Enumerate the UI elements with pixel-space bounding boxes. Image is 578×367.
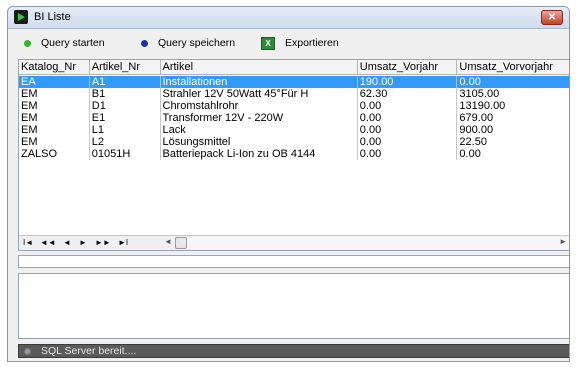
export-button[interactable]: X Exportieren [261, 35, 339, 51]
cell-umsatz-vorvorjahr[interactable]: 0.00 [457, 148, 569, 160]
blue-dot-icon [141, 39, 148, 47]
cell-artikel-nr[interactable]: L2 [90, 136, 161, 148]
cell-artikel[interactable]: Transformer 12V - 220W [161, 112, 358, 124]
horizontal-scrollbar[interactable] [175, 237, 569, 249]
table-row[interactable]: EM L1 Lack 0.00 900.00 [19, 124, 569, 136]
cell-umsatz-vorvorjahr[interactable]: 679.00 [457, 112, 569, 124]
cell-artikel[interactable]: Installationen [161, 76, 358, 88]
bi-liste-window: BI Liste ✕ Query starten Query speichern… [7, 6, 570, 362]
title-bar: BI Liste ✕ [8, 7, 569, 29]
status-indicator-icon [24, 348, 31, 355]
data-grid[interactable]: Katalog_Nr Artikel_Nr Artikel Umsatz_Vor… [18, 59, 569, 251]
query-start-button[interactable]: Query starten [24, 35, 105, 51]
scroll-right-arrow-icon[interactable]: ► [559, 237, 567, 246]
grid-body: EA A1 Installationen 190.00 0.00 EM B1 Strahler… [19, 76, 569, 160]
cell-katalog-nr[interactable]: EM [19, 88, 90, 100]
cell-umsatz-vorjahr[interactable]: 0.00 [358, 100, 458, 112]
export-label: Exportieren [285, 37, 339, 49]
cell-artikel[interactable]: Chromstahlrohr [161, 100, 358, 112]
cell-artikel-nr[interactable]: D1 [90, 100, 161, 112]
status-bar: SQL Server bereit.... [18, 344, 569, 358]
cell-artikel[interactable]: Strahler 12V 50Watt 45°Für H [161, 88, 358, 100]
toolbar: Query starten Query speichern X Exportie… [8, 32, 569, 54]
column-header-katalog-nr[interactable]: Katalog_Nr [19, 60, 90, 75]
table-row[interactable]: EM L2 Lösungsmittel 0.00 22.50 [19, 136, 569, 148]
cell-umsatz-vorvorjahr[interactable]: 22.50 [457, 136, 569, 148]
cell-umsatz-vorjahr[interactable]: 0.00 [358, 124, 458, 136]
app-icon [14, 10, 28, 24]
table-row[interactable]: ZALSO 01051H Batteriepack Li-Ion zu OB 414… [19, 148, 569, 160]
grid-header: Katalog_Nr Artikel_Nr Artikel Umsatz_Vor… [19, 60, 569, 75]
status-text: SQL Server bereit.... [41, 345, 137, 357]
query-save-label: Query speichern [158, 37, 236, 49]
query-save-button[interactable]: Query speichern [141, 35, 235, 51]
query-start-label: Query starten [41, 37, 105, 49]
table-row[interactable]: EA A1 Installationen 190.00 0.00 [19, 76, 569, 88]
next-record-button[interactable]: ► [79, 237, 87, 249]
scroll-left-arrow-icon[interactable]: ◄ [164, 237, 172, 246]
excel-icon: X [261, 36, 275, 50]
cell-katalog-nr[interactable]: EM [19, 124, 90, 136]
cell-umsatz-vorvorjahr[interactable]: 13190.00 [457, 100, 569, 112]
query-text-area[interactable] [18, 273, 569, 339]
cell-artikel-nr[interactable]: A1 [90, 76, 161, 88]
cell-umsatz-vorjahr[interactable]: 0.00 [358, 148, 458, 160]
prev-record-button[interactable]: ◄ [63, 237, 71, 249]
window-title: BI Liste [34, 11, 71, 23]
cell-katalog-nr[interactable]: EM [19, 112, 90, 124]
cell-katalog-nr[interactable]: EM [19, 100, 90, 112]
first-record-button[interactable]: I◄ [23, 237, 33, 249]
table-row[interactable]: EM D1 Chromstahlrohr 0.00 13190.00 [19, 100, 569, 112]
cell-artikel[interactable]: Lack [161, 124, 358, 136]
column-header-umsatz-vorvorjahr[interactable]: Umsatz_Vorvorjahr [457, 60, 569, 75]
cell-artikel-nr[interactable]: 01051H [90, 148, 161, 160]
cell-umsatz-vorjahr[interactable]: 0.00 [358, 136, 458, 148]
next-page-button[interactable]: ►► [95, 237, 111, 249]
table-row[interactable]: EM B1 Strahler 12V 50Watt 45°Für H 62.30 310… [19, 88, 569, 100]
cell-katalog-nr[interactable]: ZALSO [19, 148, 90, 160]
last-record-button[interactable]: ►I [118, 237, 128, 249]
cell-umsatz-vorjahr[interactable]: 190.00 [358, 76, 458, 88]
grid-navigator: I◄ ◄◄ ◄ ► ►► ►I ◄ ► [19, 235, 569, 250]
cell-artikel[interactable]: Lösungsmittel [161, 136, 358, 148]
close-button[interactable]: ✕ [541, 10, 563, 25]
cell-katalog-nr[interactable]: EA [19, 76, 90, 88]
query-input-field[interactable] [18, 255, 569, 268]
cell-artikel-nr[interactable]: B1 [90, 88, 161, 100]
cell-umsatz-vorvorjahr[interactable]: 3105.00 [457, 88, 569, 100]
column-header-umsatz-vorjahr[interactable]: Umsatz_Vorjahr [358, 60, 458, 75]
cell-umsatz-vorjahr[interactable]: 62.30 [358, 88, 458, 100]
cell-umsatz-vorjahr[interactable]: 0.00 [358, 112, 458, 124]
cell-artikel-nr[interactable]: L1 [90, 124, 161, 136]
cell-katalog-nr[interactable]: EM [19, 136, 90, 148]
cell-umsatz-vorvorjahr[interactable]: 0.00 [457, 76, 569, 88]
cell-artikel[interactable]: Batteriepack Li-Ion zu OB 4144 [161, 148, 358, 160]
cell-umsatz-vorvorjahr[interactable]: 900.00 [457, 124, 569, 136]
scrollbar-thumb[interactable] [175, 237, 187, 249]
table-row[interactable]: EM E1 Transformer 12V - 220W 0.00 679.00 [19, 112, 569, 124]
column-header-artikel[interactable]: Artikel [161, 60, 358, 75]
prev-page-button[interactable]: ◄◄ [40, 237, 56, 249]
cell-artikel-nr[interactable]: E1 [90, 112, 161, 124]
column-header-artikel-nr[interactable]: Artikel_Nr [90, 60, 161, 75]
green-dot-icon [24, 39, 31, 47]
